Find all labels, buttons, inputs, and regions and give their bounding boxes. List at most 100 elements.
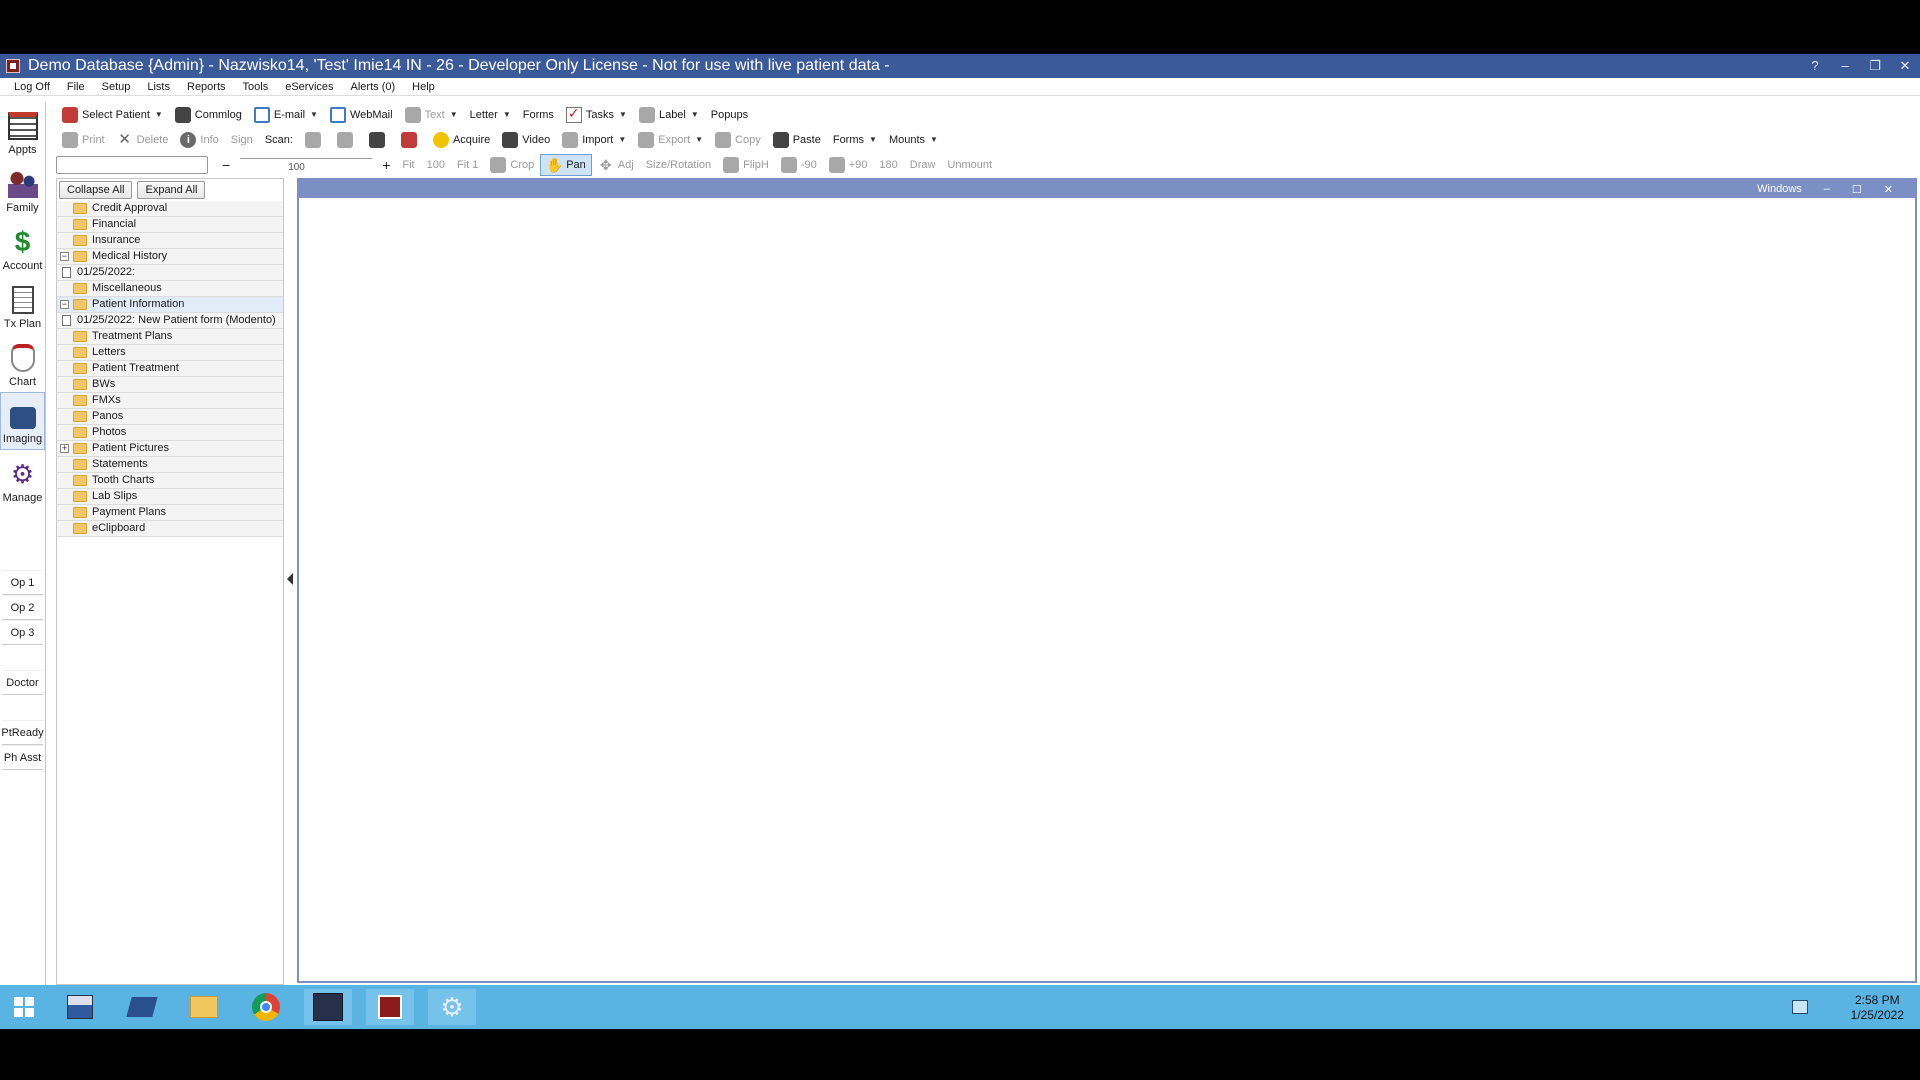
viewer-minimize-button[interactable]: – [1824, 183, 1830, 195]
op1-button[interactable]: Op 1 [2, 570, 43, 595]
chevron-down-icon[interactable]: ▼ [310, 110, 318, 119]
mounts-button[interactable]: Mounts ▼ [883, 129, 944, 151]
size-rotation-button[interactable]: Size/Rotation [640, 154, 717, 176]
tree-folder-eclipboard[interactable]: eClipboard [57, 521, 283, 537]
tree-folder-letters[interactable]: Letters [57, 345, 283, 361]
chevron-down-icon[interactable]: ▼ [155, 110, 163, 119]
chevron-down-icon[interactable]: ▼ [450, 110, 458, 119]
tree-folder-photos[interactable]: Photos [57, 425, 283, 441]
nav-chart[interactable]: Chart [0, 334, 45, 392]
select-patient-button[interactable]: Select Patient ▼ [56, 104, 169, 126]
scan-multipage-button[interactable] [331, 129, 363, 151]
zoom-out-button[interactable]: − [216, 154, 236, 176]
copy-button[interactable]: Copy [709, 129, 767, 151]
viewer-maximize-button[interactable]: ☐ [1852, 183, 1862, 196]
unmount-button[interactable]: Unmount [941, 154, 998, 176]
tree-folder-patient-information[interactable]: − Patient Information [57, 297, 283, 313]
taskbar-settings[interactable]: ⚙ [428, 989, 476, 1025]
menu-lists[interactable]: Lists [147, 81, 170, 93]
tree-folder-medical-history[interactable]: − Medical History [57, 249, 283, 265]
commlog-button[interactable]: Commlog [169, 104, 248, 126]
taskbar-open-dental[interactable] [366, 989, 414, 1025]
close-button[interactable]: ✕ [1890, 54, 1920, 78]
rotate-180-button[interactable]: 180 [873, 154, 903, 176]
chevron-down-icon[interactable]: ▼ [618, 135, 626, 144]
fliph-button[interactable]: FlipH [717, 154, 775, 176]
chevron-down-icon[interactable]: ▼ [869, 135, 877, 144]
tree-folder-panos[interactable]: Panos [57, 409, 283, 425]
pan-button[interactable]: ✋ Pan [540, 153, 592, 176]
tree-folder-statements[interactable]: Statements [57, 457, 283, 473]
ptready-button[interactable]: PtReady [1, 720, 44, 745]
nav-appts[interactable]: Appts [0, 102, 45, 160]
op3-button[interactable]: Op 3 [2, 620, 43, 645]
chevron-down-icon[interactable]: ▼ [619, 110, 627, 119]
tree-folder-insurance[interactable]: Insurance [57, 233, 283, 249]
tree-folder-treatment-plans[interactable]: Treatment Plans [57, 329, 283, 345]
adjust-button[interactable]: ✥ Adj [592, 154, 640, 176]
collapse-toggle-icon[interactable]: − [60, 252, 69, 261]
nav-account[interactable]: $ Account [0, 218, 45, 276]
zoom-input[interactable] [56, 155, 208, 174]
tree-folder-miscellaneous[interactable]: Miscellaneous [57, 281, 283, 297]
label-button[interactable]: Label ▼ [633, 104, 705, 126]
draw-button[interactable]: Draw [904, 154, 942, 176]
menu-eservices[interactable]: eServices [285, 81, 333, 93]
video-button[interactable]: Video [496, 129, 556, 151]
image-forms-button[interactable]: Forms ▼ [827, 129, 883, 151]
email-button[interactable]: E-mail ▼ [248, 104, 324, 126]
tree-folder-patient-treatment[interactable]: Patient Treatment [57, 361, 283, 377]
tree-folder-bws[interactable]: BWs [57, 377, 283, 393]
rotate-plus90-button[interactable]: +90 [823, 154, 874, 176]
scan-document-button[interactable] [299, 129, 331, 151]
acquire-button[interactable]: Acquire [427, 129, 496, 151]
scan-xray-button[interactable] [363, 129, 395, 151]
tree-folder-tooth-charts[interactable]: Tooth Charts [57, 473, 283, 489]
tree-folder-payment-plans[interactable]: Payment Plans [57, 505, 283, 521]
chevron-down-icon[interactable]: ▼ [503, 110, 511, 119]
rotate-minus90-button[interactable]: -90 [775, 154, 823, 176]
paste-button[interactable]: Paste [767, 129, 827, 151]
menu-help[interactable]: Help [412, 81, 435, 93]
tasks-button[interactable]: Tasks ▼ [560, 104, 633, 126]
minimize-button[interactable]: – [1830, 54, 1860, 78]
forms-button[interactable]: Forms [517, 104, 560, 126]
zoom-100-button[interactable]: 100 [421, 154, 451, 176]
tree-folder-financial[interactable]: Financial [57, 217, 283, 233]
chevron-down-icon[interactable]: ▼ [695, 135, 703, 144]
collapse-toggle-icon[interactable]: − [60, 300, 69, 309]
network-tray-icon[interactable] [1792, 1000, 1808, 1014]
taskbar-server-manager[interactable] [56, 989, 104, 1025]
op2-button[interactable]: Op 2 [2, 595, 43, 620]
tree-folder-fmxs[interactable]: FMXs [57, 393, 283, 409]
taskbar-chrome[interactable] [242, 989, 290, 1025]
collapse-all-button[interactable]: Collapse All [59, 181, 133, 199]
export-button[interactable]: Export ▼ [632, 129, 709, 151]
fit-button[interactable]: Fit [396, 154, 420, 176]
expand-all-button[interactable]: Expand All [137, 181, 206, 199]
popups-button[interactable]: Popups [705, 104, 754, 126]
nav-manage[interactable]: ⚙ Manage [0, 450, 45, 508]
webmail-button[interactable]: WebMail [324, 104, 399, 126]
taskbar-dental-app[interactable] [304, 989, 352, 1025]
tree-document[interactable]: 01/25/2022: [57, 265, 283, 281]
menu-reports[interactable]: Reports [187, 81, 226, 93]
taskbar-file-explorer[interactable] [180, 989, 228, 1025]
info-button[interactable]: i Info [174, 129, 224, 151]
nav-family[interactable]: Family [0, 160, 45, 218]
letter-button[interactable]: Letter ▼ [464, 104, 517, 126]
tree-document[interactable]: 01/25/2022: New Patient form (Modento) [57, 313, 283, 329]
zoom-slider[interactable]: 100 [236, 154, 376, 176]
nav-imaging[interactable]: Imaging [0, 392, 45, 450]
delete-button[interactable]: ✕ Delete [111, 129, 175, 151]
doctor-button[interactable]: Doctor [2, 670, 43, 695]
chevron-down-icon[interactable]: ▼ [691, 110, 699, 119]
tree-folder-lab-slips[interactable]: Lab Slips [57, 489, 283, 505]
sign-button[interactable]: Sign [225, 129, 259, 151]
menu-alerts[interactable]: Alerts (0) [351, 81, 396, 93]
menu-log-off[interactable]: Log Off [14, 81, 50, 93]
help-button[interactable]: ? [1800, 54, 1830, 78]
expand-toggle-icon[interactable]: + [60, 444, 69, 453]
start-button[interactable] [0, 989, 48, 1025]
system-clock[interactable]: 2:58 PM 1/25/2022 [1851, 993, 1904, 1023]
